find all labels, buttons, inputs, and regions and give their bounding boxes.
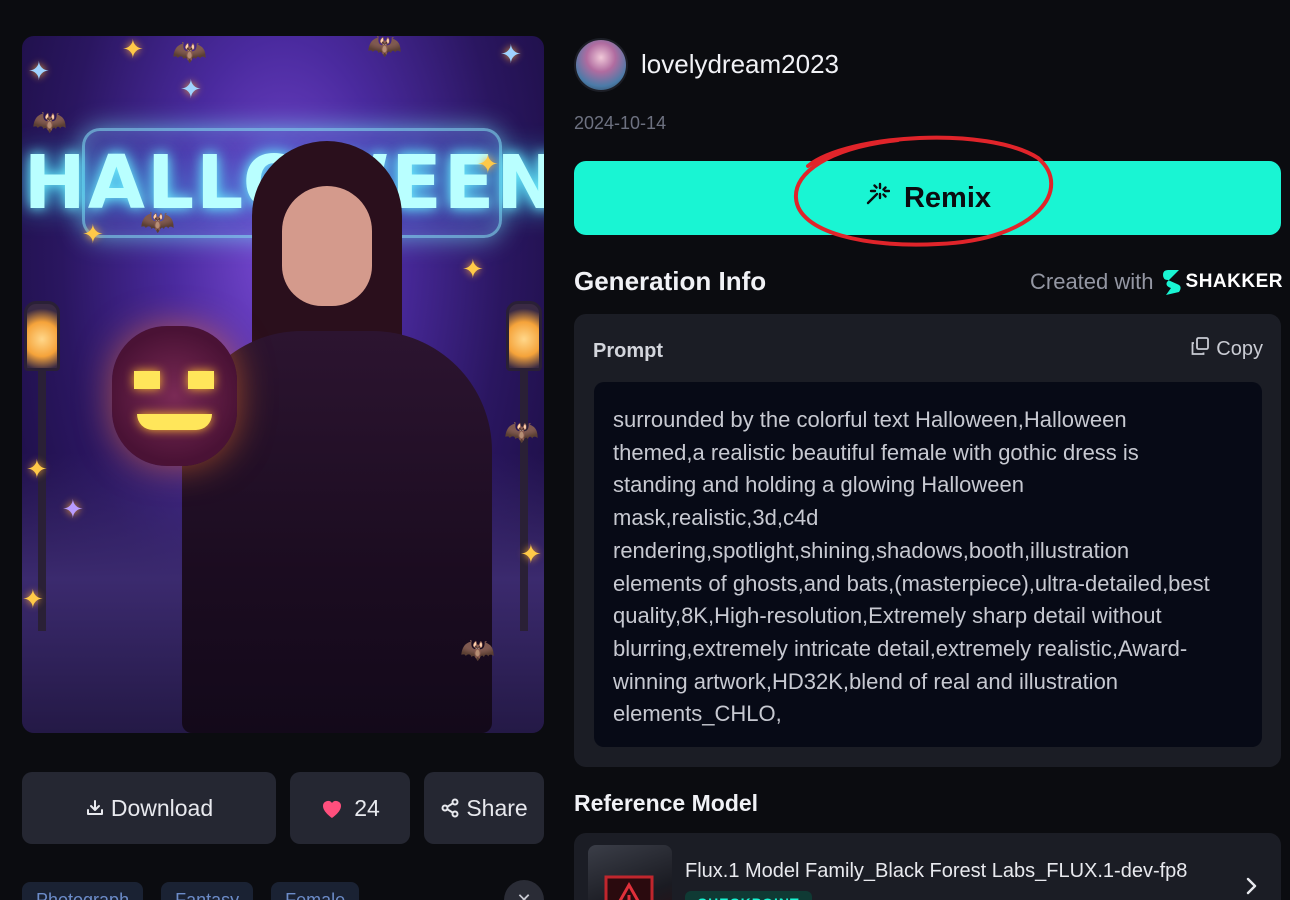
star-icon: ✦ <box>122 36 144 64</box>
remix-label: Remix <box>903 181 992 214</box>
prompt-line: rendering,spotlight,shining,shadows,boot… <box>613 537 1130 563</box>
prompt-line: blurring,extremely intricate detail,extr… <box>613 635 1188 661</box>
close-icon[interactable]: ✕ <box>504 880 544 900</box>
shakker-logo-icon <box>1162 270 1181 295</box>
shakker-brand: SHAKKER <box>1185 271 1283 292</box>
download-icon <box>85 798 105 818</box>
copy-button[interactable]: Copy <box>1190 336 1263 362</box>
like-count: 24 <box>354 794 380 821</box>
heart-icon <box>320 797 344 819</box>
tag-list: Photograph Fantasy Female <box>22 882 360 900</box>
prompt-text-box[interactable]: surrounded by the colorful text Hallowee… <box>594 382 1262 747</box>
copy-label: Copy <box>1216 337 1263 360</box>
download-label: Download <box>110 794 214 821</box>
bat-icon: 🦇 <box>140 206 175 237</box>
prompt-label: Prompt <box>593 340 663 362</box>
generation-info-title: Generation Info <box>574 266 767 296</box>
prompt-line: elements of ghosts,and bats,(masterpiece… <box>613 570 1210 596</box>
chevron-right-icon <box>1245 877 1257 900</box>
prompt-panel: Prompt Copy surrounded by the colorful t… <box>574 314 1281 767</box>
remix-button[interactable]: Remix <box>574 161 1281 235</box>
username[interactable]: lovelydream2023 <box>641 49 839 80</box>
star-icon: ✦ <box>26 454 48 484</box>
star-icon: ✦ <box>62 494 84 524</box>
prompt-line: elements_CHLO, <box>613 701 782 727</box>
star-icon: ✦ <box>28 56 50 86</box>
reference-model-card[interactable]: Flux.1 Model Family_Black Forest Labs_FL… <box>574 833 1281 900</box>
star-icon: ✦ <box>500 39 522 69</box>
like-button[interactable]: 24 <box>290 772 410 844</box>
share-icon <box>440 798 460 818</box>
created-with: Created with SHAKKER <box>1030 268 1283 296</box>
post-date: 2024-10-14 <box>574 113 667 133</box>
street-lamp-right <box>506 301 542 631</box>
created-with-label: Created with <box>1030 269 1154 294</box>
warning-icon <box>604 875 654 900</box>
share-label: Share <box>466 794 528 821</box>
copy-icon <box>1190 336 1210 362</box>
share-button[interactable]: Share <box>424 772 544 844</box>
avatar[interactable] <box>574 38 628 92</box>
prompt-line: surrounded by the colorful text Hallowee… <box>613 407 1127 432</box>
star-icon: ✦ <box>462 254 484 284</box>
bat-icon: 🦇 <box>367 36 402 61</box>
generated-image[interactable]: HALLOWEEN ✦ ✦ ✦ ✦ ✦ ✦ ✦ ✦ ✦ ✦ ✦ 🦇 🦇 🦇 🦇 … <box>22 36 544 733</box>
model-type-badge: CHECKPOINT <box>685 891 812 900</box>
model-thumbnail <box>588 845 672 900</box>
star-icon: ✦ <box>22 584 44 614</box>
bat-icon: 🦇 <box>460 634 495 665</box>
download-button[interactable]: Download <box>22 772 276 844</box>
tag-fantasy[interactable]: Fantasy <box>161 882 254 900</box>
star-icon: ✦ <box>520 539 542 569</box>
reference-model-title: Reference Model <box>574 790 759 816</box>
model-name: Flux.1 Model Family_Black Forest Labs_FL… <box>685 860 1188 882</box>
prompt-line: standing and holding a glowing Halloween <box>613 472 1024 498</box>
tag-female[interactable]: Female <box>271 882 360 900</box>
prompt-text: surrounded by the colorful text Hallowee… <box>613 404 1244 731</box>
star-icon: ✦ <box>477 149 499 179</box>
tag-photograph[interactable]: Photograph <box>22 882 144 900</box>
prompt-line: themed,a realistic beautiful female with… <box>613 439 1139 465</box>
bat-icon: 🦇 <box>504 416 539 447</box>
shakker-logo[interactable]: SHAKKER <box>1162 268 1283 296</box>
star-icon: ✦ <box>180 74 202 104</box>
star-icon: ✦ <box>82 219 104 249</box>
pumpkin-mask <box>112 326 237 466</box>
bat-icon: 🦇 <box>172 36 207 67</box>
prompt-line: winning artwork,HD32K,blend of real and … <box>613 668 1119 694</box>
prompt-line: quality,8K,High-resolution,Extremely sha… <box>613 603 1162 629</box>
magic-wand-icon <box>864 181 891 215</box>
bat-icon: 🦇 <box>32 106 67 137</box>
prompt-line: mask,realistic,3d,c4d <box>613 505 819 531</box>
